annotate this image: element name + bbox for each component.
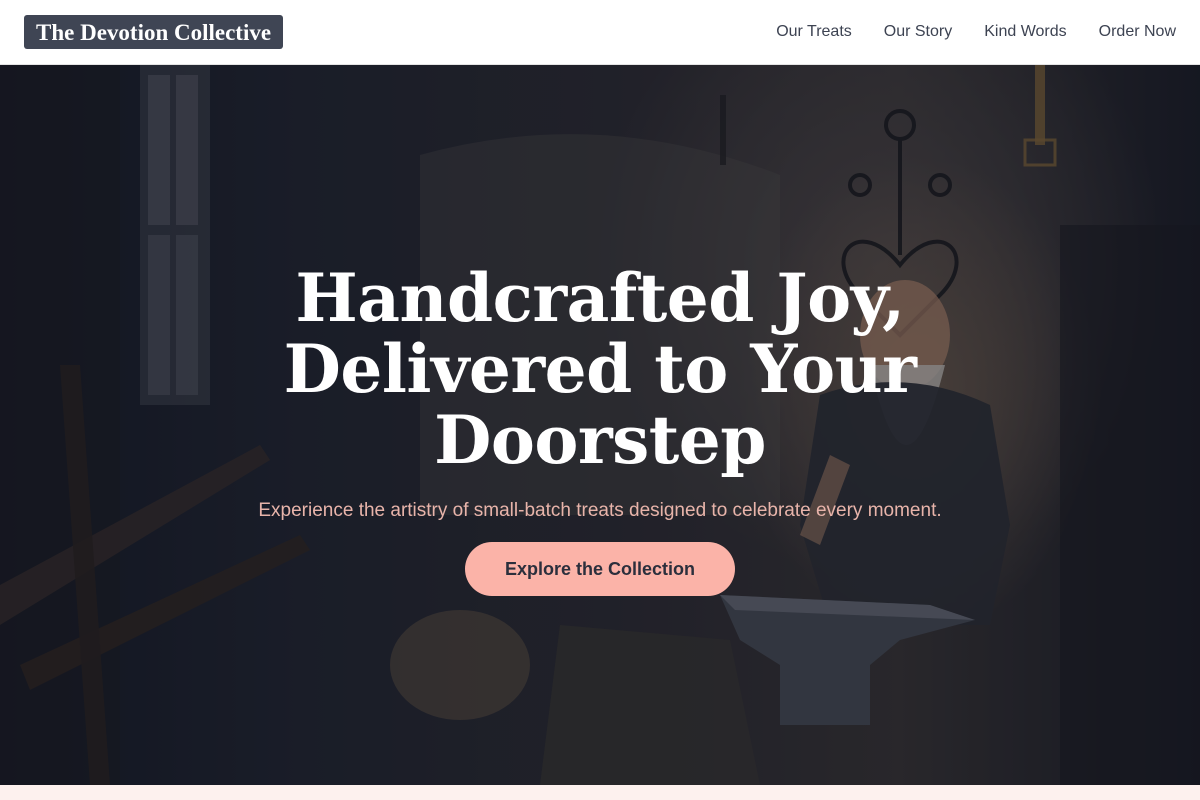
site-header: The Devotion Collective Our Treats Our S…: [0, 0, 1200, 65]
next-section-edge: [0, 785, 1200, 800]
hero-title: Handcrafted Joy, Delivered to Your Doors…: [283, 259, 917, 479]
nav-link-order-now[interactable]: Order Now: [1099, 23, 1176, 41]
explore-collection-button[interactable]: Explore the Collection: [464, 542, 736, 596]
main-nav: Our Treats Our Story Kind Words Order No…: [776, 23, 1176, 41]
nav-link-our-story[interactable]: Our Story: [884, 23, 952, 41]
hero-section: Handcrafted Joy, Delivered to Your Doors…: [0, 65, 1200, 785]
hero-content: Handcrafted Joy, Delivered to Your Doors…: [0, 65, 1200, 785]
site-logo[interactable]: The Devotion Collective: [24, 15, 284, 49]
hero-subtitle: Experience the artistry of small-batch t…: [258, 500, 942, 521]
nav-link-our-treats[interactable]: Our Treats: [776, 23, 852, 41]
nav-link-kind-words[interactable]: Kind Words: [984, 23, 1066, 41]
